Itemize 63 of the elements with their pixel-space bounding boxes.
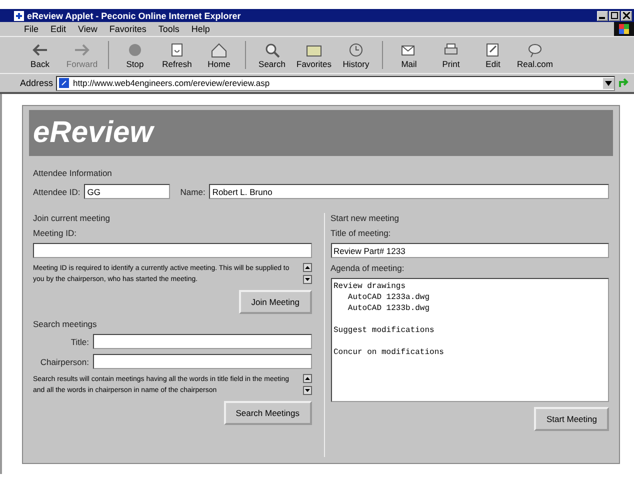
- section-heading: Start new meeting: [330, 213, 400, 223]
- start-meeting-button[interactable]: Start Meeting: [534, 407, 609, 431]
- minimize-button[interactable]: [597, 10, 608, 20]
- menu-item[interactable]: File: [24, 24, 39, 34]
- field-label: Agenda of meeting:: [330, 263, 406, 273]
- agenda-field[interactable]: Review drawings AutoCAD 1233a.dwg AutoCAD 1233b.dwg Suggest modifications Concur on modifications: [330, 278, 609, 402]
- window-title: eReview Applet - Peconic Online Internet Explorer: [27, 10, 242, 20]
- scroll-down-icon[interactable]: [302, 275, 312, 284]
- toolbar-button[interactable]: Real.com: [515, 42, 555, 68]
- stop-icon: [126, 42, 144, 58]
- menu-item[interactable]: View: [78, 24, 98, 34]
- input-field[interactable]: GG: [84, 184, 170, 199]
- section-heading: Search meetings: [33, 319, 98, 329]
- input-field[interactable]: [33, 243, 312, 258]
- section-heading: Attendee Information: [33, 168, 113, 178]
- back-arrow-icon: [31, 42, 49, 58]
- field-label: Title:: [70, 336, 89, 346]
- menu-item[interactable]: Edit: [50, 24, 66, 34]
- speech-bubble-icon: [526, 42, 544, 58]
- printer-icon: [442, 42, 460, 58]
- maximize-icon: [611, 12, 618, 19]
- toolbar-button[interactable]: Edit: [473, 42, 513, 68]
- toolbar-button[interactable]: Home: [199, 42, 239, 68]
- toolbar-button[interactable]: Favorites: [294, 42, 334, 68]
- search-icon: [263, 42, 281, 58]
- input-field[interactable]: Review Part# 1233: [330, 243, 609, 258]
- field-label: Attendee ID:: [33, 186, 80, 196]
- forward-arrow-icon: [73, 42, 91, 58]
- field-label: Chairperson:: [39, 356, 89, 366]
- toolbar-button[interactable]: Refresh: [157, 42, 197, 68]
- toolbar-button[interactable]: History: [336, 42, 376, 68]
- close-button[interactable]: [621, 10, 632, 20]
- input-field[interactable]: [93, 334, 312, 349]
- logo: eReview: [33, 116, 154, 150]
- menu-item[interactable]: Tools: [158, 24, 180, 34]
- field-label: Title of meeting:: [330, 228, 392, 238]
- field-label: Name:: [180, 186, 206, 196]
- app-icon: [14, 10, 24, 20]
- toolbar-button[interactable]: Stop: [115, 42, 155, 68]
- page-icon: [59, 78, 70, 88]
- dropdown-arrow-icon[interactable]: [605, 80, 612, 86]
- scroll-up-icon[interactable]: [302, 263, 312, 272]
- close-icon: [623, 12, 630, 19]
- scroll-down-icon[interactable]: [302, 386, 312, 395]
- search-meetings-button[interactable]: Search Meetings: [224, 401, 312, 425]
- input-field[interactable]: [93, 354, 312, 369]
- house-icon: [210, 42, 228, 58]
- browser-logo-icon: [614, 22, 634, 36]
- input-field[interactable]: Robert L. Bruno: [209, 184, 609, 199]
- section-heading: Join current meeting: [33, 213, 112, 223]
- clock-icon: [347, 42, 365, 58]
- toolbar-button[interactable]: Print: [431, 42, 471, 68]
- address-label: Address: [20, 78, 54, 88]
- scroll-up-icon[interactable]: [302, 374, 312, 383]
- maximize-button[interactable]: [609, 10, 620, 20]
- toolbar-button[interactable]: Search: [252, 42, 292, 68]
- join-meeting-button[interactable]: Join Meeting: [239, 290, 312, 314]
- menu-item[interactable]: Help: [191, 24, 210, 34]
- menu-item[interactable]: Favorites: [109, 24, 146, 34]
- toolbar-button[interactable]: Mail: [389, 42, 429, 68]
- toolbar-button[interactable]: Back: [20, 42, 60, 68]
- address-field[interactable]: http://www.web4engineers.com/ereview/ereview.asp: [56, 76, 615, 90]
- field-label: Meeting ID:: [33, 228, 78, 238]
